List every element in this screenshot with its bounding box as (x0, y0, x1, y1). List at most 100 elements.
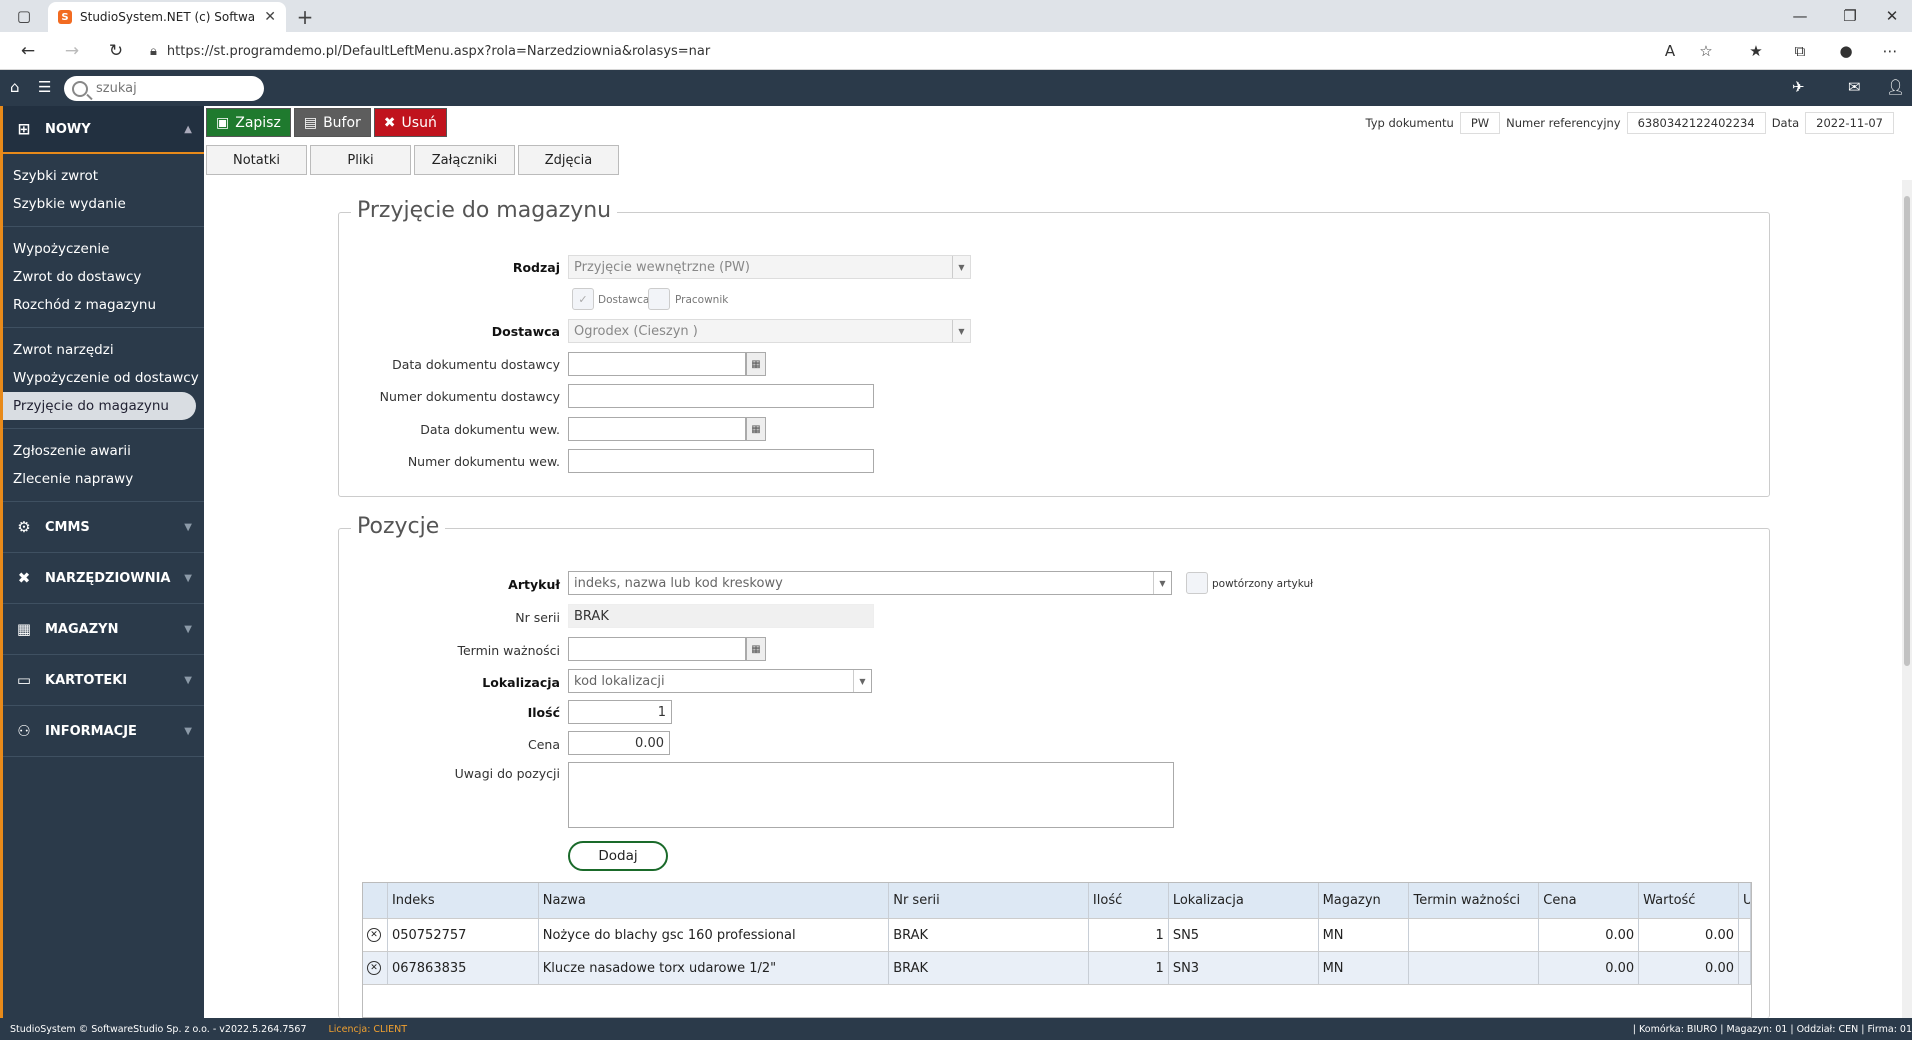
qty-input[interactable]: 1 (568, 700, 672, 724)
supplier-select[interactable]: Ogrodex (Cieszyn ) ▼ (568, 319, 971, 343)
close-tab-icon[interactable]: ✕ (264, 9, 276, 25)
search-input[interactable] (96, 81, 246, 96)
buffer-button[interactable]: ▤ Bufor (293, 108, 371, 137)
cell-cena: 0.00 (1539, 919, 1640, 951)
chevron-down-icon[interactable]: ▼ (1153, 572, 1171, 594)
grid-header-wartosc[interactable]: Wartość (1639, 883, 1739, 918)
subtabs: Notatki Pliki Załączniki Zdjęcia (206, 145, 619, 175)
grid-header-magazyn[interactable]: Magazyn (1319, 883, 1410, 918)
restore-icon[interactable]: ❐ (1828, 0, 1872, 32)
footer-copyright: StudioSystem © SoftwareStudio Sp. z o.o.… (10, 1023, 307, 1035)
mail-icon[interactable]: ✉ (1848, 78, 1861, 96)
grid-header-row: Indeks Nazwa Nr serii Ilość Lokalizacja … (363, 883, 1751, 919)
add-button[interactable]: Dodaj (568, 841, 668, 871)
price-input[interactable]: 0.00 (568, 731, 670, 755)
favorites-icon[interactable]: ★ (1742, 38, 1770, 64)
lock-icon[interactable]: 🔒︎ (150, 44, 157, 59)
menu-toggle-icon[interactable]: ☰ (38, 78, 51, 96)
tab-actions-icon[interactable]: ▢ (2, 0, 46, 32)
chevron-down-icon[interactable]: ▼ (853, 670, 871, 692)
scrollbar-thumb[interactable] (1904, 196, 1910, 666)
sidebar-new-header[interactable]: ⊞ NOWY ▲ (3, 106, 204, 154)
sidebar-item-zgloszenie-awarii[interactable]: Zgłoszenie awarii (3, 437, 204, 465)
supplier-checkbox[interactable]: ✓ (572, 288, 594, 310)
remove-row-icon[interactable]: ✕ (367, 928, 381, 942)
url-field[interactable]: 🔒︎ https://st.programdemo.pl/DefaultLeft… (150, 36, 1680, 66)
cell-ilosc: 1 (1089, 919, 1169, 951)
grid-header-u[interactable]: U (1739, 883, 1751, 918)
add-favorite-icon[interactable]: ☆ (1692, 38, 1720, 64)
notes-textarea[interactable] (568, 762, 1174, 828)
reload-icon[interactable]: ↻ (102, 38, 130, 64)
int-doc-no-input[interactable] (568, 449, 874, 473)
sidebar-item-rozchod[interactable]: Rozchód z magazynu (3, 291, 204, 319)
cell-wartosc: 0.00 (1639, 952, 1739, 984)
sidebar-item-szybki-zwrot[interactable]: Szybki zwrot (3, 162, 204, 190)
doc-type-label: Typ dokumentu (1365, 116, 1454, 130)
repeated-article-checkbox[interactable] (1186, 572, 1208, 594)
sidebar-item-zwrot-do-dostawcy[interactable]: Zwrot do dostawcy (3, 263, 204, 291)
cell-nr-serii: BRAK (889, 952, 1089, 984)
delete-button[interactable]: ✖ Usuń (373, 108, 447, 137)
user-icon[interactable]: 👤︎ (1886, 78, 1905, 96)
sidebar-item-zwrot-narzedzi[interactable]: Zwrot narzędzi (3, 336, 204, 364)
vertical-scrollbar[interactable] (1902, 180, 1912, 1018)
article-input[interactable]: indeks, nazwa lub kod kreskowy ▼ (568, 571, 1172, 595)
location-input[interactable]: kod lokalizacji ▼ (568, 669, 872, 693)
positions-legend: Pozycje (351, 514, 446, 539)
table-row[interactable]: ✕ 067863835 Klucze nasadowe torx udarowe… (363, 952, 1751, 985)
grid-header-ilosc[interactable]: Ilość (1089, 883, 1169, 918)
save-button[interactable]: ▣ Zapisz (206, 108, 291, 137)
grid-header-cena[interactable]: Cena (1539, 883, 1640, 918)
grid-header-lokalizacja[interactable]: Lokalizacja (1169, 883, 1319, 918)
tab-zdjecia[interactable]: Zdjęcia (518, 145, 619, 175)
serial-label: Nr serii (515, 610, 560, 625)
tab-notatki[interactable]: Notatki (206, 145, 307, 175)
supplier-doc-date-label: Data dokumentu dostawcy (392, 357, 560, 372)
sidebar-item-zlecenie-naprawy[interactable]: Zlecenie naprawy (3, 465, 204, 493)
browser-tab[interactable]: S StudioSystem.NET (c) SoftwareSt ✕ (48, 2, 286, 32)
grid-header-indeks[interactable]: Indeks (388, 883, 539, 918)
home-icon[interactable]: ⌂ (10, 78, 20, 96)
grid-header-nazwa[interactable]: Nazwa (539, 883, 890, 918)
profile-icon[interactable]: ● (1832, 38, 1860, 64)
new-tab-icon[interactable]: + (292, 4, 318, 30)
chevron-down-icon: ▼ (184, 623, 192, 635)
calendar-icon[interactable]: ▦ (746, 417, 766, 441)
sidebar-section-cmms[interactable]: ⚙ CMMS ▼ (3, 502, 204, 553)
sidebar-item-wypozyczenie[interactable]: Wypożyczenie (3, 235, 204, 263)
sidebar-section-narzedziownia[interactable]: ✖ NARZĘDZIOWNIA ▼ (3, 553, 204, 604)
cell-magazyn: MN (1319, 952, 1410, 984)
forward-icon[interactable]: → (58, 38, 86, 64)
calendar-icon[interactable]: ▦ (746, 352, 766, 376)
kind-select[interactable]: Przyjęcie wewnętrzne (PW) ▼ (568, 255, 971, 279)
grid-header-termin[interactable]: Termin ważności (1409, 883, 1540, 918)
sidebar-item-szybkie-wydanie[interactable]: Szybkie wydanie (3, 190, 204, 218)
grid-header-nr-serii[interactable]: Nr serii (889, 883, 1089, 918)
expiry-input[interactable] (568, 637, 746, 661)
sidebar-section-kartoteki[interactable]: ▭ KARTOTEKI ▼ (3, 655, 204, 706)
sidebar-section-informacje[interactable]: ⚇ INFORMACJE ▼ (3, 706, 204, 757)
calendar-icon[interactable]: ▦ (746, 637, 766, 661)
read-aloud-icon[interactable]: A (1656, 38, 1684, 64)
cell-ilosc: 1 (1089, 952, 1169, 984)
close-window-icon[interactable]: ✕ (1870, 0, 1912, 32)
int-doc-date-input[interactable] (568, 417, 746, 441)
sidebar-item-przyjecie[interactable]: Przyjęcie do magazynu (3, 392, 196, 420)
supplier-doc-date-input[interactable] (568, 352, 746, 376)
search-box[interactable] (64, 76, 264, 101)
tab-zalaczniki[interactable]: Załączniki (414, 145, 515, 175)
more-icon[interactable]: ⋯ (1876, 38, 1904, 64)
collections-icon[interactable]: ⧉ (1786, 38, 1814, 64)
sidebar-section-magazyn[interactable]: ▦ MAGAZYN ▼ (3, 604, 204, 655)
minimize-icon[interactable]: — (1778, 0, 1822, 32)
plane-icon[interactable]: ✈ (1792, 78, 1805, 96)
supplier-doc-no-input[interactable] (568, 384, 874, 408)
tab-pliki[interactable]: Pliki (310, 145, 411, 175)
sidebar-item-wypozyczenie-od-dostawcy[interactable]: Wypożyczenie od dostawcy (3, 364, 204, 392)
remove-row-icon[interactable]: ✕ (367, 961, 381, 975)
table-row[interactable]: ✕ 050752757 Nożyce do blachy gsc 160 pro… (363, 919, 1751, 952)
serial-input[interactable]: BRAK (568, 604, 874, 628)
employee-checkbox[interactable] (648, 288, 670, 310)
back-icon[interactable]: ← (14, 38, 42, 64)
